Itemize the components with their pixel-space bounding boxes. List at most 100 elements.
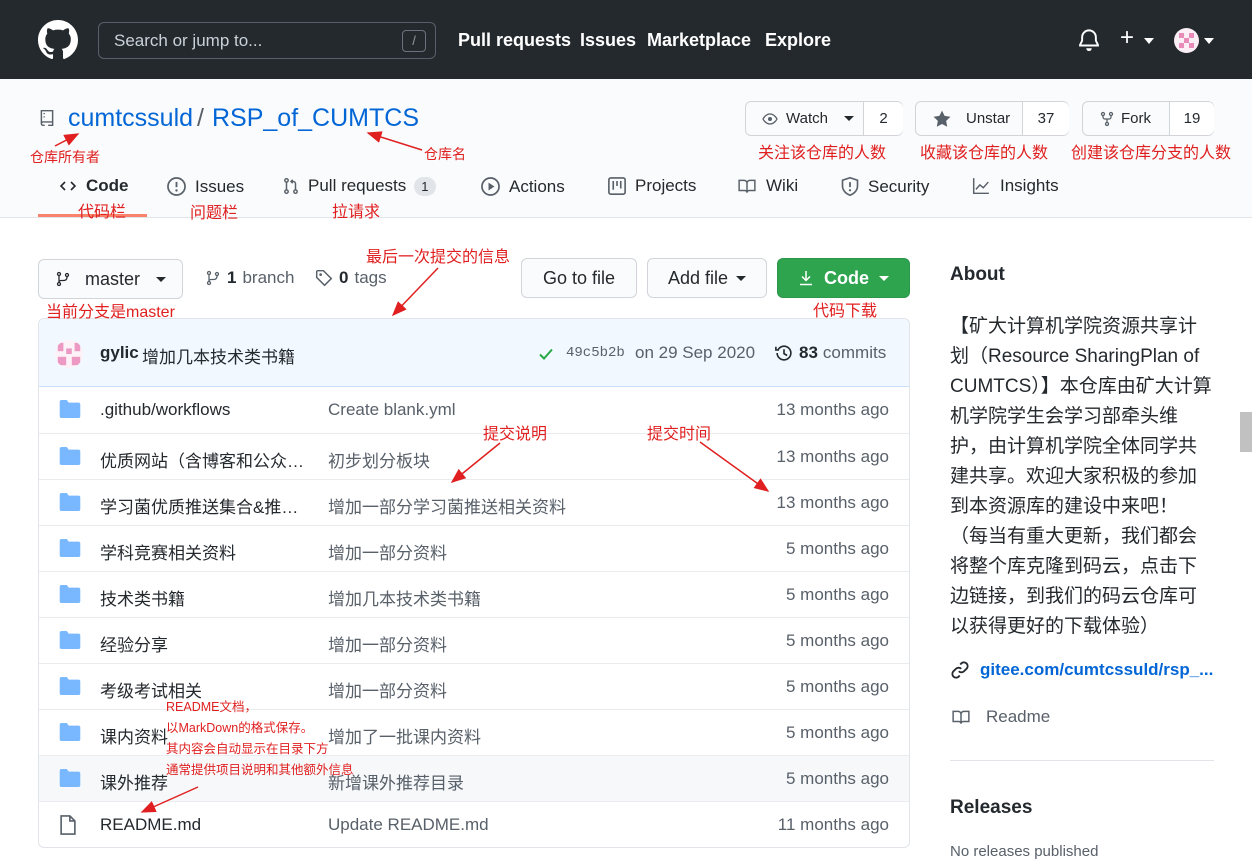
unstar-label: Unstar bbox=[966, 110, 1011, 127]
tab-issues[interactable]: Issues bbox=[166, 176, 244, 197]
file-name-link[interactable]: 经验分享 bbox=[100, 631, 315, 656]
folder-icon bbox=[59, 493, 81, 516]
tag-count: 0 bbox=[339, 268, 349, 287]
file-commit-message-link[interactable]: 增加一部分学习菌推送相关资料 bbox=[328, 493, 566, 518]
pull-requests-count-badge: 1 bbox=[414, 176, 436, 196]
file-name-link[interactable]: .github/workflows bbox=[100, 400, 315, 420]
star-count[interactable]: 37 bbox=[1022, 102, 1069, 135]
scrollbar-thumb[interactable] bbox=[1240, 412, 1252, 452]
link-icon bbox=[951, 661, 969, 679]
code-button-label: Code bbox=[824, 267, 869, 288]
file-icon bbox=[59, 815, 77, 840]
tab-security[interactable]: Security bbox=[840, 176, 929, 197]
directory-row[interactable]: 技术类书籍 增加几本技术类书籍 5 months ago bbox=[39, 571, 909, 617]
download-icon bbox=[800, 271, 812, 286]
tab-security-label: Security bbox=[868, 176, 930, 196]
file-commit-age: 5 months ago bbox=[785, 769, 889, 788]
nav-marketplace[interactable]: Marketplace bbox=[647, 30, 751, 51]
file-name-link[interactable]: 优质网站（含博客和公众号） bbox=[100, 447, 315, 472]
nav-issues[interactable]: Issues bbox=[580, 30, 636, 51]
github-logo-icon[interactable] bbox=[38, 20, 78, 60]
readme-link[interactable]: Readme bbox=[950, 707, 1050, 727]
commit-sha[interactable]: 49c5b2b bbox=[566, 345, 625, 361]
play-icon bbox=[481, 177, 500, 196]
annotation-commit-time: 提交时间 bbox=[647, 426, 712, 443]
bell-icon[interactable] bbox=[1078, 28, 1100, 52]
book-icon bbox=[738, 179, 756, 193]
commit-message[interactable]: 增加几本技术类书籍 bbox=[142, 343, 295, 368]
directory-row[interactable]: 优质网站（含博客和公众号） 初步划分板块 13 months ago bbox=[39, 433, 909, 479]
tab-wiki[interactable]: Wiki bbox=[736, 176, 798, 196]
annotation-download: 代码下载 bbox=[813, 303, 878, 320]
watch-button[interactable]: Watch 2 bbox=[745, 101, 903, 136]
branches-link[interactable]: 1 branch bbox=[205, 268, 294, 288]
fork-count[interactable]: 19 bbox=[1169, 102, 1214, 135]
file-name-link[interactable]: 学习菌优质推送集合&推送资料 bbox=[100, 493, 315, 518]
fork-button[interactable]: Fork 19 bbox=[1082, 101, 1214, 136]
code-download-button[interactable]: Code bbox=[777, 258, 910, 298]
folder-icon bbox=[59, 769, 81, 792]
tag-label: tags bbox=[354, 268, 387, 287]
folder-icon bbox=[59, 631, 81, 654]
plus-icon[interactable]: + bbox=[1120, 26, 1134, 50]
file-commit-message-link[interactable]: Create blank.yml bbox=[328, 400, 456, 420]
commits-link[interactable]: 83 commits bbox=[774, 343, 886, 363]
tab-actions[interactable]: Actions bbox=[480, 176, 565, 197]
chevron-down-icon[interactable] bbox=[1144, 38, 1154, 44]
tab-projects[interactable]: Projects bbox=[607, 176, 696, 196]
latest-commit-bar: gylic 增加几本技术类书籍 49c5b2b on 29 Sep 2020 8… bbox=[39, 319, 909, 387]
file-commit-message-link[interactable]: 增加一部分资料 bbox=[328, 539, 447, 564]
repo-name-link[interactable]: RSP_of_CUMTCS bbox=[212, 104, 419, 133]
tags-link[interactable]: 0 tags bbox=[315, 268, 387, 288]
directory-row[interactable]: 学习菌优质推送集合&推送资料 增加一部分学习菌推送相关资料 13 months ag… bbox=[39, 479, 909, 525]
shield-icon bbox=[841, 176, 859, 197]
tab-insights[interactable]: Insights bbox=[970, 176, 1059, 196]
annotation-commit-msg: 提交说明 bbox=[483, 426, 548, 443]
annotation-owner: 仓库所有者 bbox=[30, 149, 100, 165]
file-commit-message-link[interactable]: 初步划分板块 bbox=[328, 447, 430, 472]
watch-label: Watch bbox=[786, 110, 828, 127]
directory-row[interactable]: 经验分享 增加一部分资料 5 months ago bbox=[39, 617, 909, 663]
nav-explore[interactable]: Explore bbox=[765, 30, 831, 51]
file-name-link[interactable]: 技术类书籍 bbox=[100, 585, 315, 610]
file-commit-message-link[interactable]: 增加一部分资料 bbox=[328, 631, 447, 656]
nav-pull-requests[interactable]: Pull requests bbox=[458, 30, 571, 51]
file-row[interactable]: README.md Update README.md 11 months ago bbox=[39, 801, 909, 847]
commit-count: 83 bbox=[799, 343, 818, 362]
releases-heading[interactable]: Releases bbox=[950, 797, 1032, 819]
tab-code[interactable]: Code bbox=[58, 176, 129, 196]
avatar-chevron-icon[interactable] bbox=[1204, 38, 1214, 44]
add-file-button[interactable]: Add file bbox=[647, 258, 767, 298]
file-name-link[interactable]: 学科竞赛相关资料 bbox=[100, 539, 315, 564]
file-commit-message-link[interactable]: 增加几本技术类书籍 bbox=[328, 585, 481, 610]
file-commit-age: 13 months ago bbox=[776, 400, 889, 419]
unstar-button[interactable]: Unstar 37 bbox=[915, 101, 1069, 136]
directory-row[interactable]: .github/workflows Create blank.yml 13 mont… bbox=[39, 387, 909, 433]
commit-date: on 29 Sep 2020 bbox=[635, 343, 756, 362]
repo-owner-link[interactable]: cumtcssuld bbox=[68, 104, 193, 133]
user-avatar[interactable] bbox=[1174, 28, 1199, 53]
project-icon bbox=[608, 177, 626, 195]
tab-pull-requests[interactable]: Pull requests 1 bbox=[282, 176, 436, 196]
tab-insights-label: Insights bbox=[1000, 176, 1059, 195]
branch-selector[interactable]: master bbox=[38, 259, 183, 299]
annotation-issues-tab: 问题栏 bbox=[190, 205, 239, 222]
annotation-readme-line-2: 以MarkDown的格式保存。 bbox=[166, 721, 314, 735]
homepage-link[interactable]: gitee.com/cumtcssuld/rsp_... bbox=[950, 660, 1213, 680]
committer-avatar[interactable] bbox=[55, 340, 83, 368]
file-commit-message-link[interactable]: Update README.md bbox=[328, 815, 489, 835]
repo-separator: / bbox=[197, 104, 204, 132]
search-shortcut-badge: / bbox=[402, 30, 426, 52]
watch-count[interactable]: 2 bbox=[863, 102, 903, 135]
annotation-readme: README文档， 以MarkDown的格式保存。 其内容会自动显示在目录下方 … bbox=[166, 697, 354, 781]
commit-author[interactable]: gylic bbox=[100, 343, 139, 363]
check-icon bbox=[539, 348, 553, 360]
annotation-readme-line-3: 其内容会自动显示在目录下方 bbox=[166, 742, 329, 756]
file-name-link[interactable]: README.md bbox=[100, 815, 315, 835]
go-to-file-button[interactable]: Go to file bbox=[521, 258, 637, 298]
git-branch-icon bbox=[206, 270, 220, 286]
readme-label: Readme bbox=[986, 707, 1051, 726]
search-input[interactable]: Search or jump to... / bbox=[98, 22, 436, 59]
directory-row[interactable]: 学科竞赛相关资料 增加一部分资料 5 months ago bbox=[39, 525, 909, 571]
file-commit-age: 5 months ago bbox=[785, 539, 889, 558]
